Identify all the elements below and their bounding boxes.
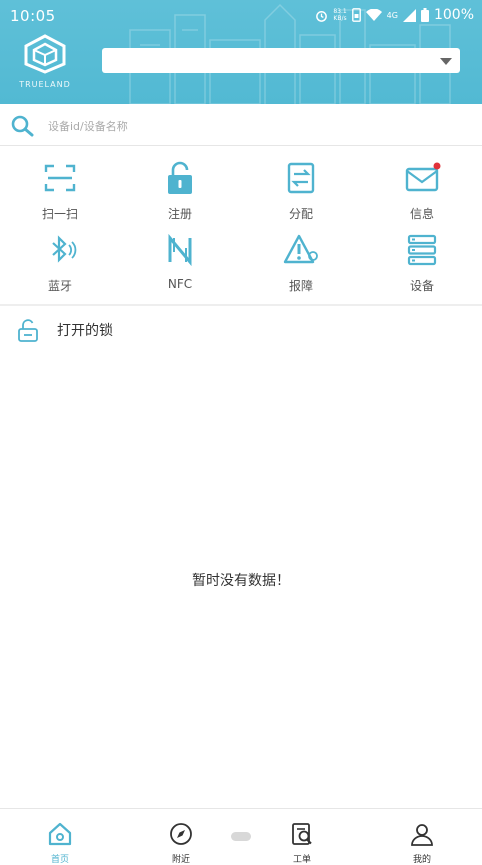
gesture-pill: [231, 832, 251, 841]
opened-locks-header: 打开的锁: [0, 312, 482, 350]
signal-icon: [402, 8, 416, 22]
search-bar: [0, 104, 482, 146]
grid-item-assign[interactable]: 分配: [241, 146, 361, 221]
device-icon: [407, 234, 437, 266]
lock-icon: [168, 161, 192, 194]
status-time: 10:05: [10, 7, 56, 25]
function-grid: 扫一扫 注册 分配 信息 蓝牙 NFC 报障 设备: [0, 146, 482, 304]
status-icons: 83.1 KB/s 4G 100%: [315, 7, 474, 23]
tab-home[interactable]: 首页: [0, 809, 120, 865]
compass-icon: [170, 823, 192, 845]
signal-label: 4G: [386, 10, 398, 20]
tab-nearby[interactable]: 附近: [121, 809, 241, 865]
grid-item-device[interactable]: 设备: [362, 218, 482, 293]
section-divider: [0, 304, 482, 306]
grid-item-nfc[interactable]: NFC: [120, 218, 240, 291]
search-icon: [11, 115, 34, 137]
empty-message: 暂时没有数据！: [192, 573, 290, 589]
grid-item-scan[interactable]: 扫一扫: [0, 146, 120, 221]
grid-item-register[interactable]: 注册: [120, 146, 240, 221]
mail-icon: [405, 162, 441, 192]
nfc-icon: [168, 233, 192, 267]
grid-item-label: NFC: [167, 277, 193, 291]
warning-icon: [283, 234, 318, 264]
battery-level: 100%: [433, 7, 474, 23]
unread-badge: [433, 162, 441, 170]
header: 10:05 83.1 KB/s 4G 100% TRUELAND: [0, 0, 482, 104]
project-select[interactable]: [102, 48, 460, 73]
grid-item-bluetooth[interactable]: 蓝牙: [0, 218, 120, 293]
dropdown-caret-icon: [440, 58, 452, 65]
search-input[interactable]: [48, 116, 348, 136]
battery-icon: [420, 8, 429, 22]
net-speed: 83.1 KB/s: [333, 8, 347, 22]
scan-icon: [44, 164, 76, 192]
section-title: 打开的锁: [57, 323, 113, 339]
unlock-icon: [18, 319, 38, 342]
status-bar: 10:05 83.1 KB/s 4G 100%: [0, 0, 482, 32]
bluetooth-icon: [52, 235, 77, 263]
grid-item-report[interactable]: 报障: [241, 218, 361, 293]
trueland-logo: TRUELAND: [14, 34, 76, 90]
alarm-icon: [316, 10, 328, 22]
tab-label: 我的: [412, 855, 431, 865]
tab-label: 附近: [171, 855, 190, 865]
wifi-icon: [365, 8, 382, 21]
grid-item-label: 设备: [409, 279, 434, 293]
tab-label: 首页: [50, 855, 69, 865]
transfer-icon: [287, 162, 315, 194]
grid-item-message[interactable]: 信息: [362, 146, 482, 221]
work-order-icon: [292, 823, 312, 845]
grid-item-label: 蓝牙: [47, 279, 72, 293]
grid-item-label: 报障: [288, 279, 313, 293]
tab-work-order[interactable]: 工单: [242, 809, 362, 865]
user-icon: [411, 824, 433, 846]
tab-mine[interactable]: 我的: [362, 809, 482, 865]
home-icon: [48, 822, 72, 846]
brand-name: TRUELAND: [19, 80, 71, 89]
sim-icon: [351, 8, 361, 22]
tab-label: 工单: [292, 855, 311, 865]
logo-icon: [24, 34, 66, 74]
